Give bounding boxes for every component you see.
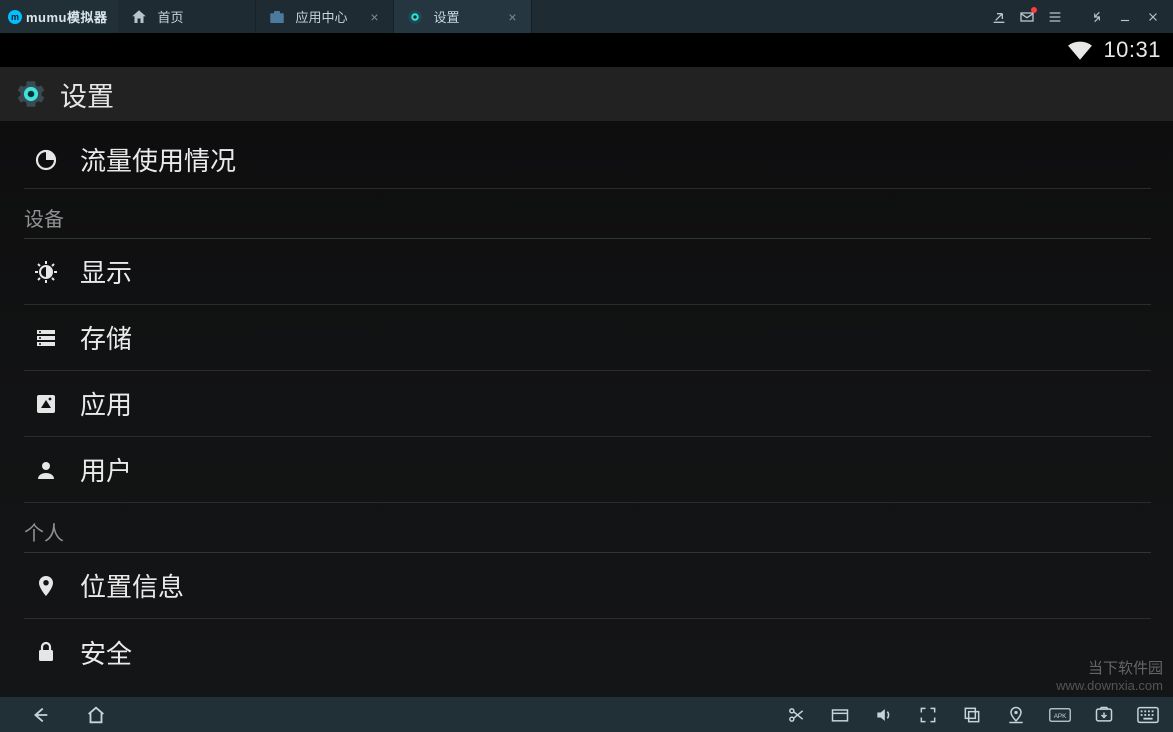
- screenshot-icon[interactable]: [1093, 704, 1115, 726]
- apps-icon: [34, 392, 58, 416]
- user-icon: [34, 458, 58, 482]
- share-icon[interactable]: [985, 0, 1013, 33]
- tab-app-center[interactable]: 应用中心 ×: [256, 0, 394, 33]
- volume-icon[interactable]: [873, 704, 895, 726]
- svg-text:APK: APK: [1054, 713, 1067, 720]
- menu-icon[interactable]: [1041, 0, 1069, 33]
- home-nav-button[interactable]: [84, 703, 108, 727]
- scissors-icon[interactable]: [785, 704, 807, 726]
- close-icon[interactable]: [1139, 0, 1167, 33]
- settings-item-label: 用户: [80, 451, 132, 488]
- home-icon: [130, 8, 148, 26]
- settings-item-storage[interactable]: 存储: [24, 305, 1151, 371]
- settings-item-users[interactable]: 用户: [24, 437, 1151, 503]
- settings-title: 设置: [60, 75, 114, 114]
- section-header-device: 设备: [24, 195, 1151, 239]
- briefcase-icon: [268, 8, 286, 26]
- tab-label: 首页: [158, 7, 245, 26]
- settings-header-gear-icon: [14, 77, 48, 111]
- apk-icon[interactable]: APK: [1049, 704, 1071, 726]
- folder-icon[interactable]: [829, 704, 851, 726]
- settings-item-label: 位置信息: [80, 567, 184, 604]
- tab-home[interactable]: 首页: [118, 0, 256, 33]
- emulator-titlebar: m mumu模拟器 首页 应用中心 × 设置 ×: [0, 0, 1173, 33]
- settings-list: 流量使用情况 设备 显示 存储 应用 用户 个人 位置信息: [0, 121, 1173, 697]
- storage-icon: [34, 326, 58, 350]
- settings-item-label: 显示: [80, 253, 132, 290]
- settings-item-security[interactable]: 安全: [24, 619, 1151, 685]
- settings-item-display[interactable]: 显示: [24, 239, 1151, 305]
- tab-label: 设置: [434, 7, 505, 26]
- data-usage-icon: [34, 148, 58, 172]
- tab-label: 应用中心: [296, 7, 367, 26]
- multiwin-icon[interactable]: [961, 704, 983, 726]
- settings-app-header: 设置: [0, 67, 1173, 121]
- tab-settings[interactable]: 设置 ×: [394, 0, 532, 33]
- android-status-bar: 10:31: [0, 33, 1173, 67]
- location-icon: [34, 574, 58, 598]
- settings-item-data-usage[interactable]: 流量使用情况: [24, 131, 1151, 189]
- shrink-icon[interactable]: [1083, 0, 1111, 33]
- minimize-icon[interactable]: [1111, 0, 1139, 33]
- tab-close-button[interactable]: ×: [366, 9, 382, 25]
- emulator-logo: m mumu模拟器: [0, 0, 118, 33]
- logo-text: mumu模拟器: [26, 7, 108, 26]
- status-clock: 10:31: [1103, 37, 1161, 63]
- display-icon: [34, 260, 58, 284]
- notification-dot: [1031, 7, 1037, 13]
- mail-icon[interactable]: [1013, 0, 1041, 33]
- tab-close-button[interactable]: ×: [504, 9, 520, 25]
- back-button[interactable]: [28, 703, 52, 727]
- settings-item-label: 存储: [80, 319, 132, 356]
- gps-icon[interactable]: [1005, 704, 1027, 726]
- logo-icon: m: [8, 10, 22, 24]
- keyboard-icon[interactable]: [1137, 704, 1159, 726]
- security-icon: [34, 640, 58, 664]
- settings-gear-icon: [406, 8, 424, 26]
- section-header-personal: 个人: [24, 509, 1151, 553]
- settings-item-location[interactable]: 位置信息: [24, 553, 1151, 619]
- titlebar-actions: [985, 0, 1173, 33]
- settings-item-label: 流量使用情况: [80, 141, 236, 178]
- settings-item-apps[interactable]: 应用: [24, 371, 1151, 437]
- fullscreen-icon[interactable]: [917, 704, 939, 726]
- emulator-bottombar: APK: [0, 697, 1173, 732]
- settings-item-label: 安全: [80, 634, 132, 671]
- settings-item-label: 应用: [80, 385, 132, 422]
- wifi-icon: [1067, 39, 1093, 61]
